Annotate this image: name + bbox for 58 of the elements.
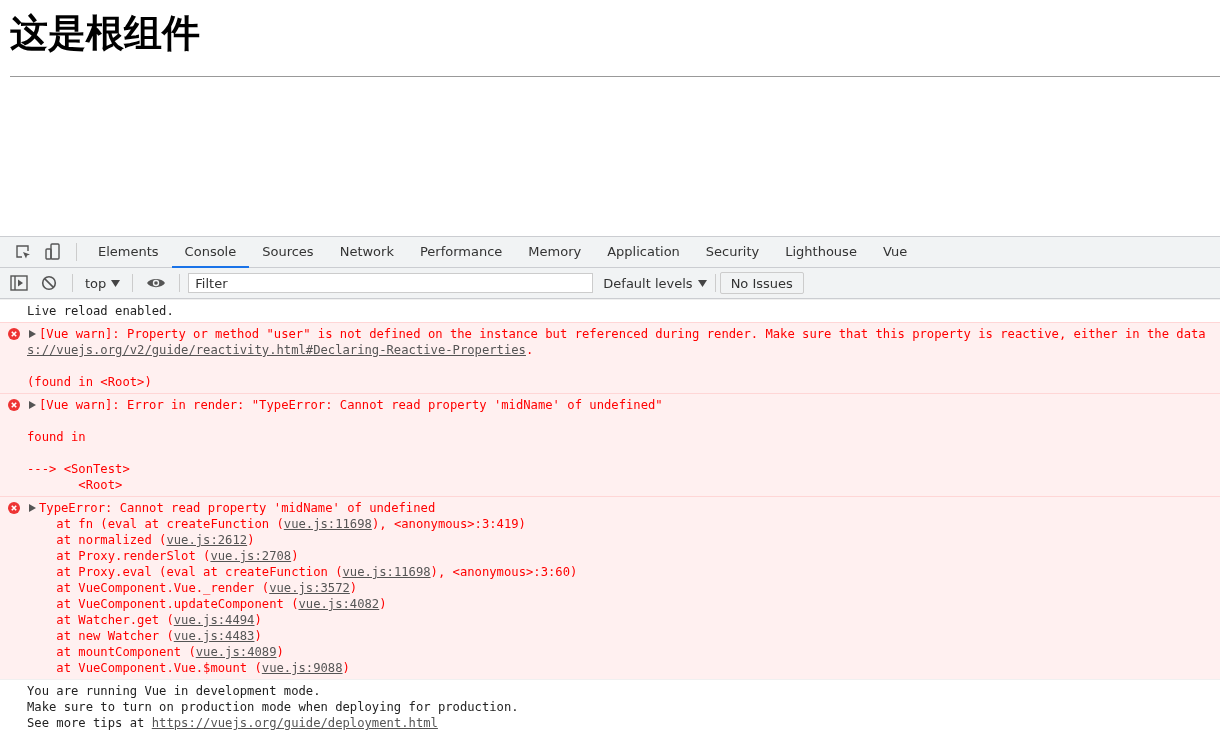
console-text: at Proxy.renderSlot (	[55, 548, 211, 564]
console-text: at VueComponent.Vue._render (	[55, 580, 270, 596]
console-text: )	[349, 580, 358, 596]
devtools-tab[interactable]: Memory	[515, 237, 595, 268]
console-text: )	[291, 548, 299, 564]
devtools-tab[interactable]: Lighthouse	[772, 237, 870, 268]
console-text: (found in <Root>)	[27, 374, 152, 390]
console-text: ---> <SonTest>	[27, 461, 130, 477]
devtools-tab[interactable]: Network	[326, 237, 407, 268]
console-text: Make sure to turn on production mode when deploying for production.	[27, 699, 519, 715]
source-link[interactable]: vue.js:2612	[166, 532, 248, 548]
context-dropdown[interactable]: top	[81, 275, 125, 291]
console-text: at new Watcher (	[55, 628, 174, 644]
devtools-tab[interactable]: Vue	[869, 237, 921, 268]
console-text: )	[254, 628, 262, 644]
source-link[interactable]: vue.js:4082	[298, 596, 380, 612]
issues-button[interactable]: No Issues	[719, 272, 804, 294]
console-text: TypeError: Cannot read property 'midName' of undefined	[39, 500, 436, 516]
source-link[interactable]: vue.js:11698	[283, 516, 372, 532]
devtools-tab[interactable]: Sources	[249, 237, 327, 268]
source-link[interactable]: https://vuejs.org/guide/deployment.html	[151, 715, 438, 730]
page-heading: 这是根组件	[10, 10, 200, 56]
console-text: ), <anonymous>:3:419)	[371, 516, 526, 532]
devtools-tab[interactable]: Performance	[406, 237, 516, 268]
source-link[interactable]: s://vuejs.org/v2/guide/reactivity.html#Declaring-Reactive-Properties	[27, 342, 526, 358]
source-link[interactable]: vue.js:3572	[269, 580, 350, 596]
console-text: [Vue warn]: Error in render: "TypeError: Cannot read property 'midName' of undefined"	[39, 397, 663, 413]
console-text: )	[342, 660, 350, 676]
source-link[interactable]: vue.js:11698	[342, 564, 431, 580]
filter-input[interactable]: Filter	[188, 273, 594, 293]
devtools-tab[interactable]: Security	[692, 237, 773, 268]
console-text: )	[276, 644, 284, 660]
console-text: <Root>	[77, 477, 123, 493]
console-text: Live reload enabled.	[27, 303, 174, 319]
console-text: See more tips at	[27, 715, 146, 730]
console-text: )	[247, 532, 255, 548]
console-text: at normalized (	[55, 532, 167, 548]
console-text: found in	[27, 429, 86, 445]
source-link[interactable]: vue.js:4089	[195, 644, 277, 660]
console-text: at fn (eval at createFunction (	[55, 516, 284, 532]
source-link[interactable]: vue.js:4494	[173, 612, 255, 628]
console-text: )	[379, 596, 387, 612]
console-text: at VueComponent.updateComponent (	[55, 596, 299, 612]
console-text: [Vue warn]: Property or method "user" is not defined on the instance but referenced during render. Make sure that this property is reactive, either in the data	[39, 326, 1206, 342]
console-text: )	[254, 612, 262, 628]
console-text: at Proxy.eval (eval at createFunction (	[55, 564, 343, 580]
console-text: at mountComponent (	[55, 644, 196, 660]
devtools-tab[interactable]: Application	[594, 237, 693, 268]
levels-dropdown[interactable]: Default levels	[599, 275, 711, 291]
devtools-tab[interactable]: Elements	[85, 237, 172, 268]
source-link[interactable]: vue.js:4483	[173, 628, 255, 644]
console-text: at VueComponent.Vue.$mount (	[55, 660, 262, 676]
console-text: You are running Vue in development mode.	[27, 683, 321, 699]
source-link[interactable]: vue.js:2708	[210, 548, 292, 564]
console-text: .	[525, 342, 534, 358]
console-text: ), <anonymous>:3:60)	[430, 564, 578, 580]
source-link[interactable]: vue.js:9088	[261, 660, 343, 676]
console-text: at Watcher.get (	[55, 612, 174, 628]
